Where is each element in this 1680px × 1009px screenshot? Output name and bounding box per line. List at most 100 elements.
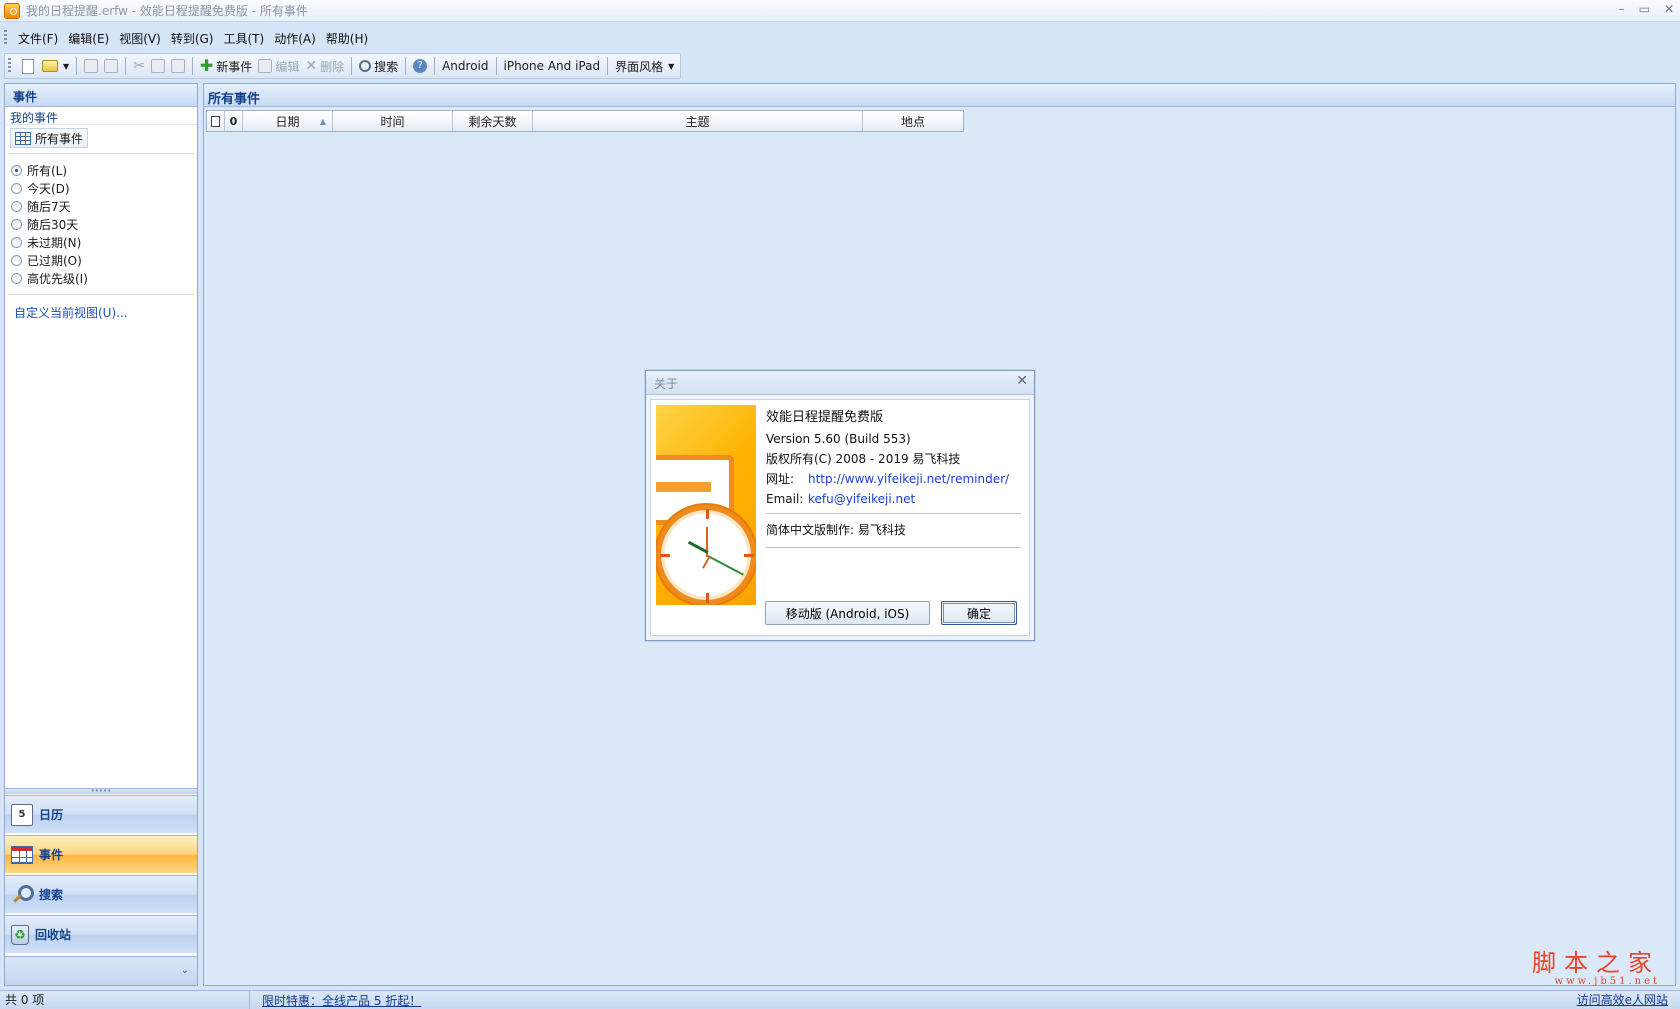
divider (766, 513, 1021, 514)
new-event-label: 新事件 (216, 59, 253, 74)
filter-next-30-days[interactable]: 随后30天 (11, 215, 197, 233)
window-controls: – ▭ ✕ (1619, 2, 1674, 16)
delete-label: 删除 (320, 59, 345, 74)
dialog-body: 效能日程提醒免费版 Version 5.60 (Build 553) 版权所有(… (650, 399, 1030, 636)
android-button[interactable]: Android (439, 55, 491, 77)
column-location[interactable]: 地点 (863, 111, 963, 131)
customize-view-link[interactable]: 自定义当前视图(U)... (5, 300, 197, 321)
close-icon[interactable]: ✕ (1016, 373, 1028, 389)
about-info: 效能日程提醒免费版 Version 5.60 (Build 553) 版权所有(… (766, 408, 1021, 548)
filter-all[interactable]: 所有(L) (11, 161, 197, 179)
menu-actions[interactable]: 动作(A) (269, 28, 321, 49)
column-attachment[interactable]: 0 (225, 111, 243, 131)
navigation-pane: 事件 我的事件 所有事件 所有(L) 今天(D) 随后7天 随后30天 未过期(… (4, 83, 198, 986)
print-preview-icon (104, 59, 119, 73)
divider (8, 153, 194, 154)
events-icon (11, 845, 33, 864)
menu-edit[interactable]: 编辑(E) (63, 28, 114, 49)
print-button[interactable] (81, 55, 101, 77)
restore-button[interactable]: ▭ (1639, 2, 1650, 16)
help-icon: ? (413, 59, 428, 73)
filter-high-priority[interactable]: 高优先级(I) (11, 269, 197, 287)
website-link-status[interactable]: 访问高效e人网站 (1577, 991, 1668, 1009)
filter-not-expired[interactable]: 未过期(N) (11, 233, 197, 251)
edit-event-button[interactable]: 编辑 (255, 55, 302, 77)
nav-calendar-button[interactable]: 5 日历 (5, 795, 197, 833)
website-row: 网址: http://www.yifeikeji.net/reminder/ (766, 469, 1021, 489)
website-link[interactable]: http://www.yifeikeji.net/reminder/ (808, 472, 1009, 486)
paste-button[interactable] (168, 55, 188, 77)
cut-button[interactable]: ✂ (130, 55, 148, 77)
copyright-text: 版权所有(C) 2008 - 2019 易飞科技 (766, 452, 961, 466)
iphone-ipad-button[interactable]: iPhone And iPad (501, 55, 604, 77)
my-events-label: 我的事件 (5, 107, 197, 125)
product-name: 效能日程提醒免费版 (766, 410, 884, 425)
clock-icon (656, 503, 756, 605)
watermark: 脚本之家 www.jb51.net (1532, 950, 1660, 987)
app-icon (4, 2, 20, 19)
toolbar: ▼ ✂ ✚ 新事件 编辑 ✕ 删除 搜索 ? Android iPhone And … (4, 53, 682, 79)
filter-label: 未过期(N) (27, 235, 82, 250)
radio-button[interactable] (11, 182, 22, 194)
print-preview-button[interactable] (101, 55, 121, 77)
toolbar-grip[interactable] (8, 58, 11, 74)
magnifier-icon (11, 884, 34, 906)
nav-recycle-bin-button[interactable]: ♻ 回收站 (5, 915, 197, 953)
divider (766, 547, 1021, 548)
promo-link[interactable]: 限时特惠：全线产品 5 折起！ (250, 992, 421, 1009)
filter-today[interactable]: 今天(D) (11, 179, 197, 197)
menu-help[interactable]: 帮助(H) (321, 28, 373, 49)
toolbar-separator (351, 57, 353, 75)
column-time[interactable]: 时间 (333, 111, 453, 131)
help-button[interactable]: ? (410, 55, 430, 77)
column-type[interactable] (207, 111, 225, 131)
menu-tools[interactable]: 工具(T) (218, 28, 269, 49)
open-file-button[interactable]: ▼ (39, 55, 72, 77)
toolbar-separator (191, 57, 193, 75)
nav-options-button[interactable]: ⌄ (5, 956, 197, 985)
filter-label: 所有(L) (27, 163, 68, 178)
new-event-button[interactable]: ✚ 新事件 (197, 55, 255, 77)
search-button[interactable]: 搜索 (356, 55, 401, 77)
paperclip-icon: 0 (229, 114, 238, 128)
dialog-title-bar: 关于 ✕ (646, 371, 1034, 395)
nav-search-button[interactable]: 搜索 (5, 875, 197, 913)
radio-button[interactable] (11, 218, 22, 230)
filter-label: 随后30天 (27, 217, 79, 232)
radio-button[interactable] (11, 272, 22, 284)
close-button[interactable]: ✕ (1664, 2, 1674, 16)
ok-button[interactable]: 确定 (941, 601, 1017, 625)
copy-button[interactable] (148, 55, 168, 77)
radio-button[interactable] (11, 200, 22, 212)
column-date[interactable]: 日期 ▲ (243, 111, 333, 131)
minimize-button[interactable]: – (1619, 2, 1625, 16)
filter-label: 高优先级(I) (27, 271, 88, 286)
all-events-item[interactable]: 所有事件 (10, 128, 89, 148)
radio-button[interactable] (11, 236, 22, 248)
dialog-title: 关于 (654, 377, 679, 391)
sort-ascending-icon: ▲ (319, 117, 326, 126)
folder-open-icon (42, 60, 58, 72)
nav-events-button[interactable]: 事件 (5, 835, 197, 873)
document-icon (211, 115, 220, 127)
theme-dropdown[interactable]: 界面风格 ▼ (612, 55, 677, 77)
column-days-left[interactable]: 剩余天数 (453, 111, 533, 131)
menu-goto[interactable]: 转到(G) (166, 28, 219, 49)
radio-button[interactable] (11, 254, 22, 266)
delete-event-button[interactable]: ✕ 删除 (302, 55, 347, 77)
toolbar-separator (405, 57, 407, 75)
email-link[interactable]: kefu@yifeikeji.net (808, 492, 915, 506)
radio-button[interactable] (11, 164, 22, 176)
table-header: 0 日期 ▲ 时间 剩余天数 主题 地点 (206, 110, 964, 132)
filter-expired[interactable]: 已过期(O) (11, 251, 197, 269)
plus-icon: ✚ (199, 56, 214, 75)
menu-bar: 文件(F) 编辑(E) 视图(V) 转到(G) 工具(T) 动作(A) 帮助(H… (0, 26, 1680, 50)
filter-next-7-days[interactable]: 随后7天 (11, 197, 197, 215)
menu-grip[interactable] (4, 30, 7, 46)
pane-splitter[interactable]: ••••• (5, 788, 197, 795)
menu-file[interactable]: 文件(F) (13, 28, 63, 49)
column-subject[interactable]: 主题 (533, 111, 863, 131)
mobile-version-button[interactable]: 移动版 (Android, iOS) (765, 601, 930, 625)
new-file-button[interactable] (17, 55, 39, 77)
menu-view[interactable]: 视图(V) (114, 28, 166, 49)
